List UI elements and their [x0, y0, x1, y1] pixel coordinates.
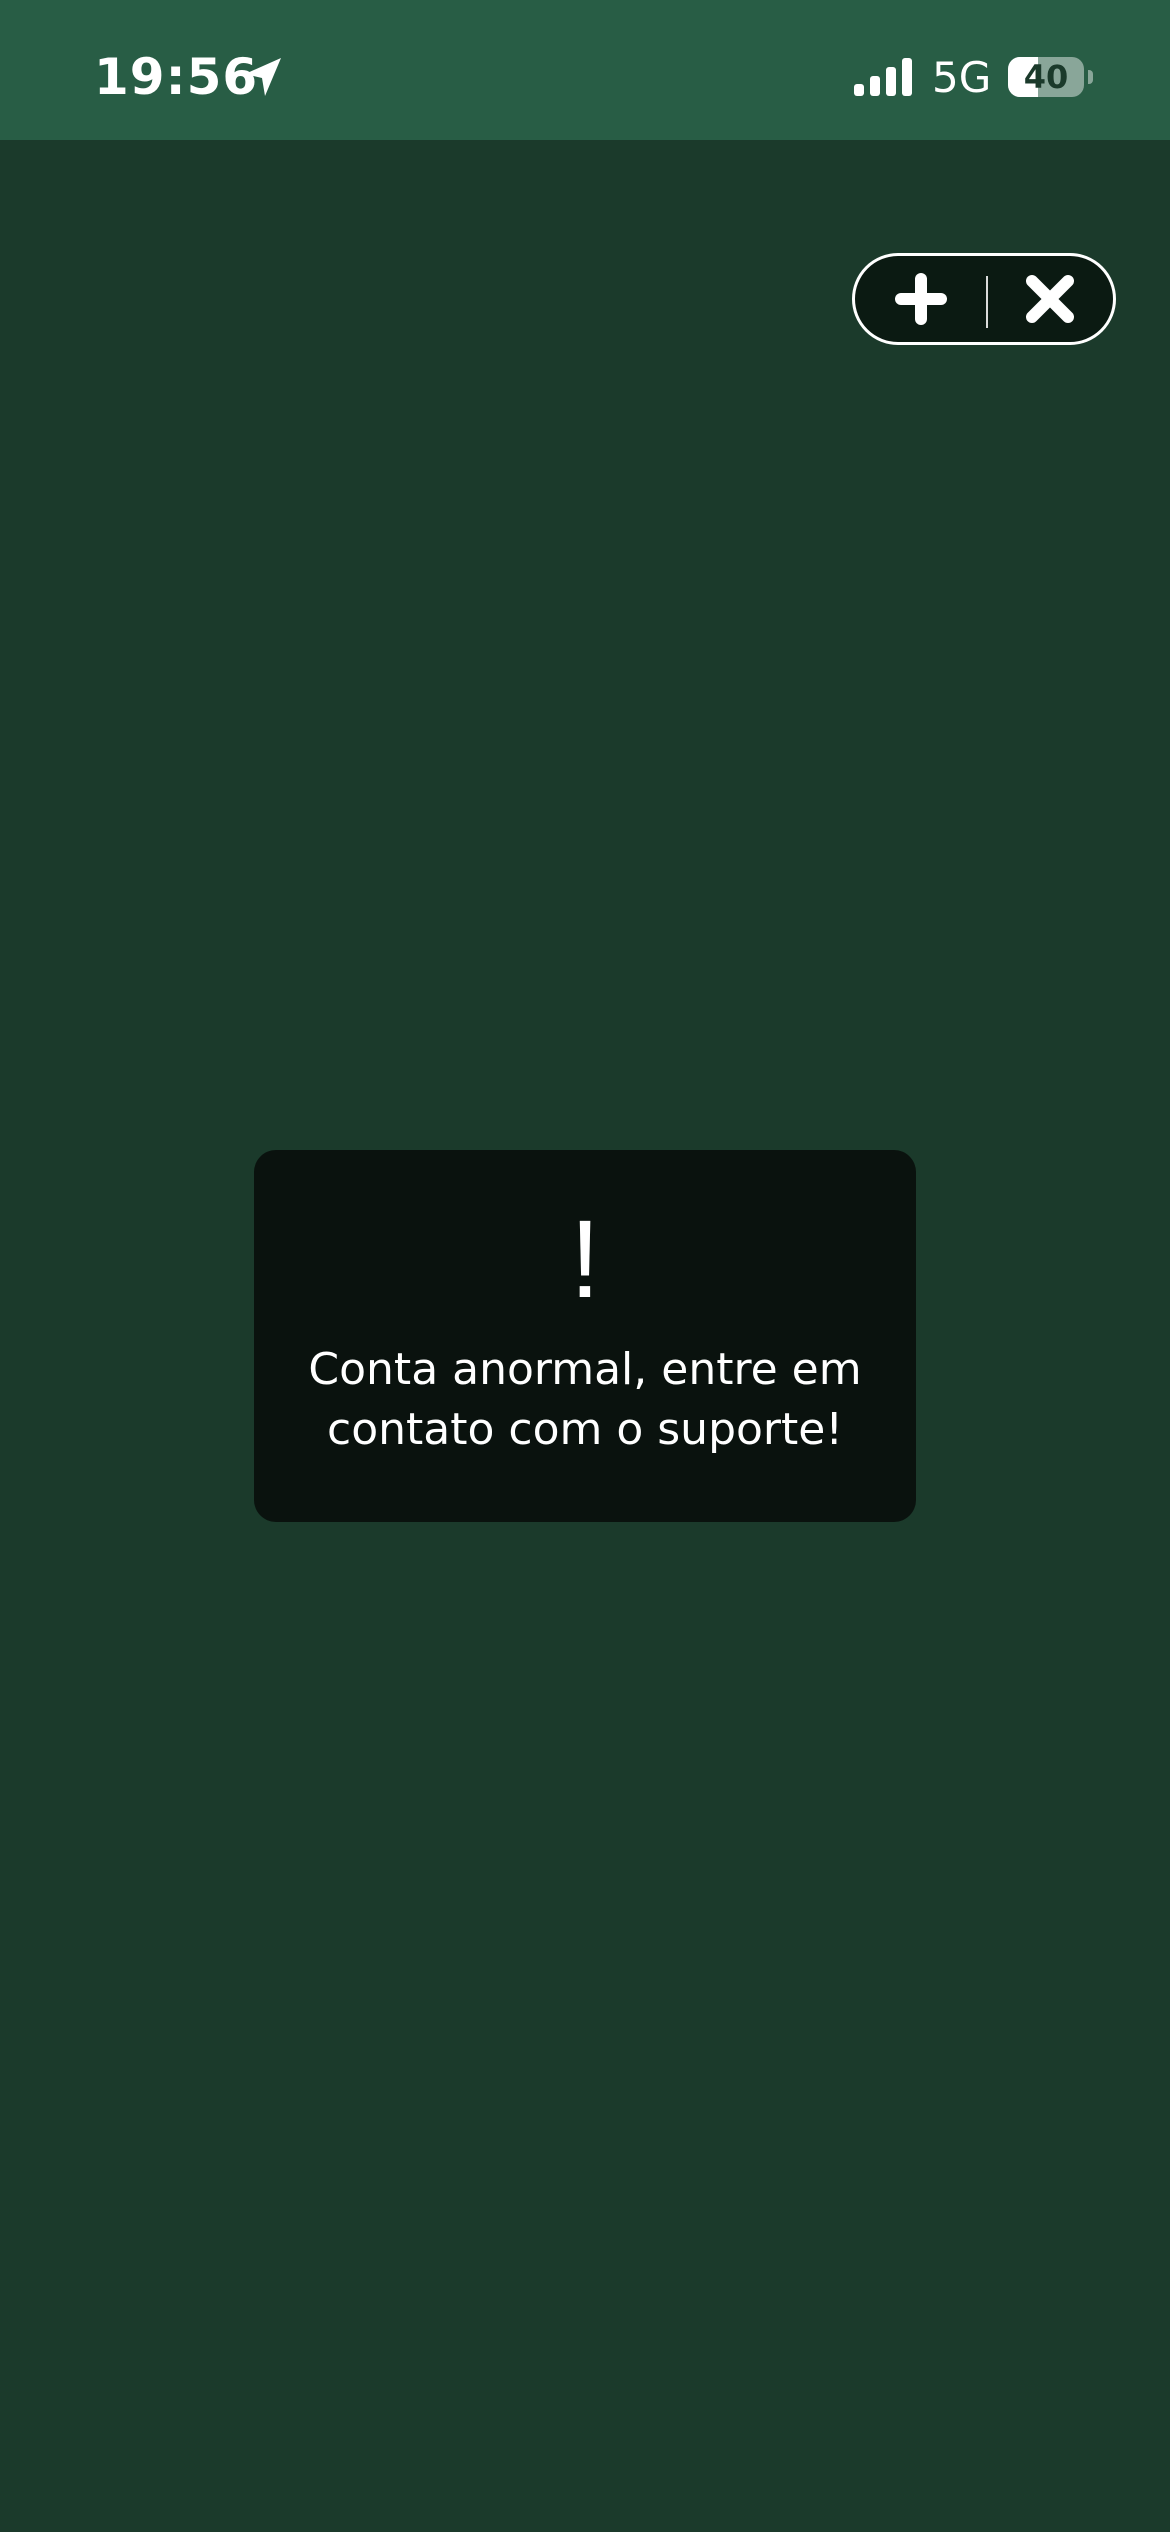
battery-level: 40: [1023, 58, 1069, 96]
network-type-label: 5G: [932, 53, 992, 102]
close-button[interactable]: [984, 256, 1116, 342]
cellular-signal-icon: [854, 58, 912, 96]
battery-icon: 40: [1008, 57, 1084, 97]
toast-message: Conta anormal, entre em contato com o su…: [308, 1344, 862, 1455]
mini-program-capsule: [852, 253, 1116, 345]
exclamation-icon: !: [569, 1198, 601, 1321]
location-arrow-icon: [245, 58, 281, 96]
add-button[interactable]: [855, 256, 987, 342]
error-toast: ! Conta anormal, entre em contato com o …: [254, 1150, 916, 1522]
plus-icon: [895, 273, 947, 325]
battery-tip: [1088, 70, 1093, 84]
close-icon: [1026, 275, 1074, 323]
status-bar: 19:56 5G 40: [0, 0, 1170, 140]
status-time: 19:56: [94, 48, 259, 106]
